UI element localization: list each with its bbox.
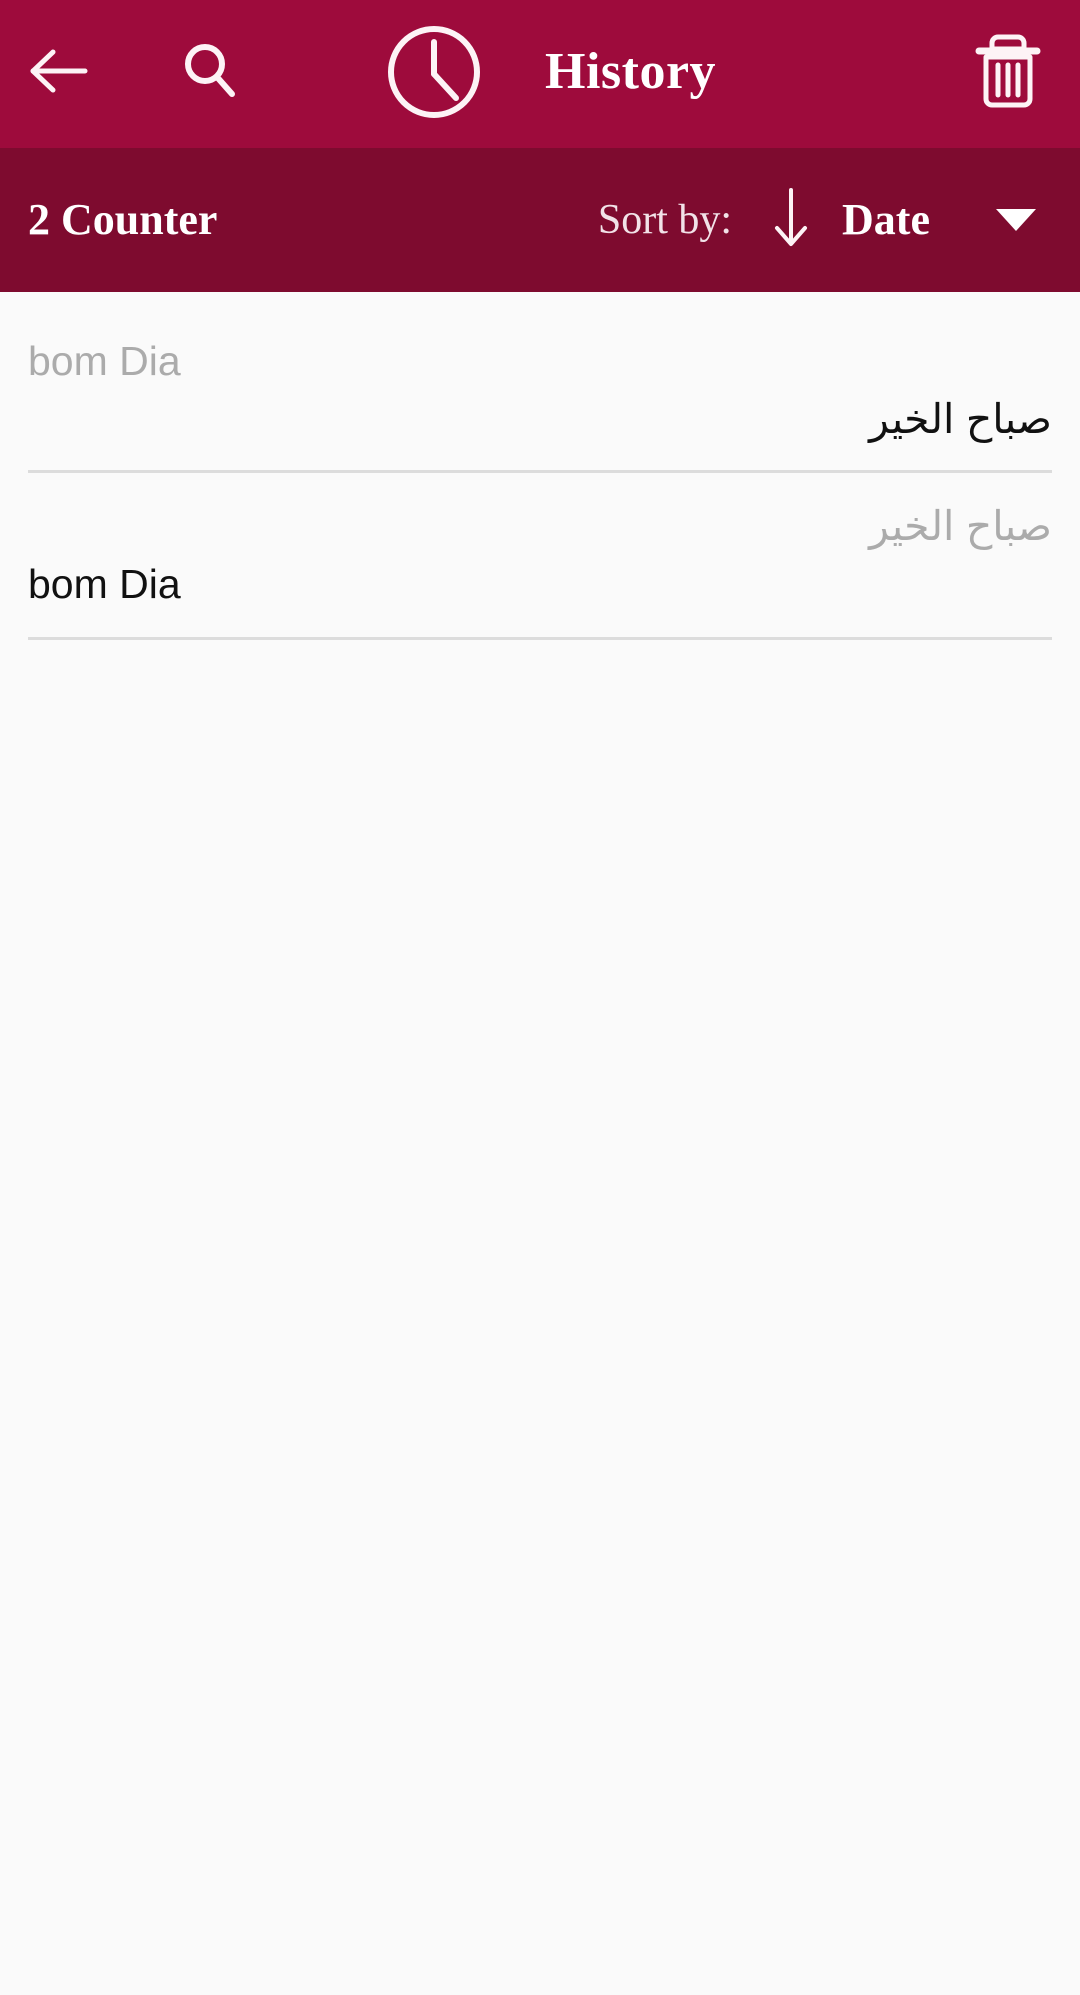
delete-all-button[interactable] xyxy=(972,30,1044,114)
history-source-text: bom Dia xyxy=(28,338,181,384)
trash-icon xyxy=(973,29,1043,116)
search-button[interactable] xyxy=(178,42,240,104)
app-bar: History xyxy=(0,0,1080,148)
history-item[interactable]: صباح الخير bom Dia xyxy=(0,473,1080,640)
sort-bar: 2 Counter Sort by: Date xyxy=(0,148,1080,292)
sort-dropdown-button[interactable] xyxy=(996,209,1036,231)
arrow-left-icon xyxy=(30,48,88,99)
history-translated-text: صباح الخير xyxy=(869,396,1052,442)
arrow-down-icon xyxy=(770,186,812,255)
history-translated-text: bom Dia xyxy=(28,561,181,607)
history-source-text: صباح الخير xyxy=(869,503,1052,549)
history-item[interactable]: bom Dia صباح الخير xyxy=(0,292,1080,473)
sort-direction-button[interactable] xyxy=(770,186,812,255)
search-icon xyxy=(181,42,237,105)
sort-value-label[interactable]: Date xyxy=(842,194,930,246)
sort-by-label: Sort by: xyxy=(597,197,733,243)
history-list: bom Dia صباح الخير صباح الخير bom Dia xyxy=(0,292,1080,640)
clock-icon xyxy=(384,22,484,127)
caret-down-icon xyxy=(996,209,1036,231)
sort-controls: Sort by: Date xyxy=(598,148,1080,292)
counter-label: 2 Counter xyxy=(28,195,218,244)
history-clock xyxy=(382,22,486,126)
list-divider xyxy=(28,637,1052,640)
back-button[interactable] xyxy=(28,42,90,104)
page-title: History xyxy=(545,43,717,100)
